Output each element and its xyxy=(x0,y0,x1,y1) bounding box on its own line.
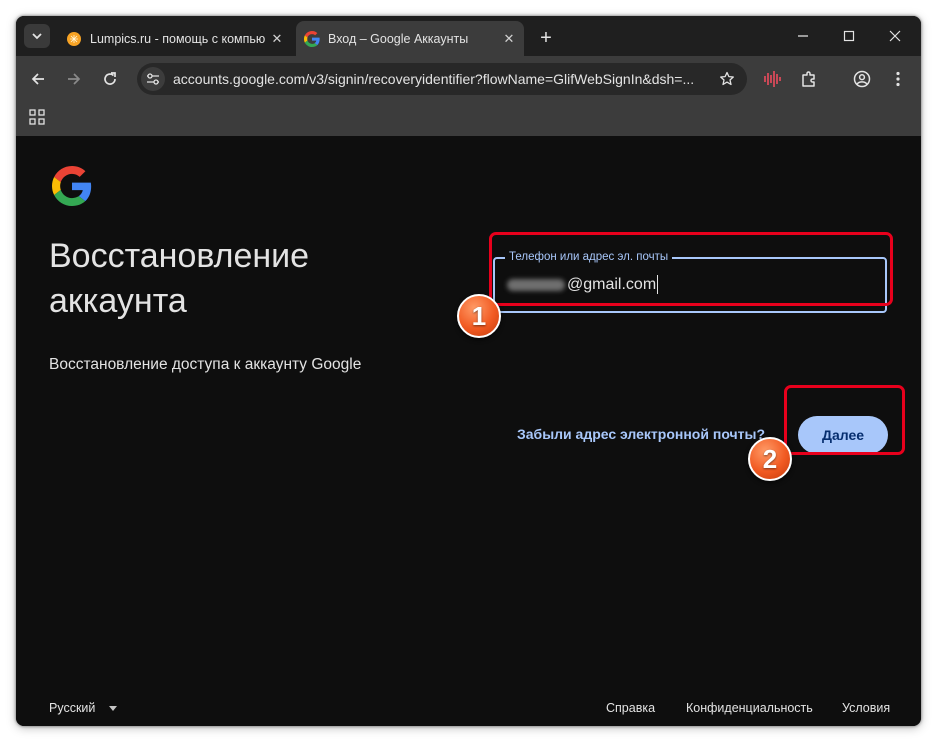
step-badge-2: 2 xyxy=(748,437,792,481)
minimize-icon xyxy=(798,35,808,37)
account-circle-icon xyxy=(853,70,871,88)
audio-extension-button[interactable] xyxy=(760,66,786,92)
arrow-left-icon xyxy=(31,73,44,85)
minimize-button[interactable] xyxy=(780,24,826,48)
bookmark-star-button[interactable] xyxy=(717,69,737,89)
language-label: Русский xyxy=(49,701,96,715)
arrow-right-icon xyxy=(68,73,81,85)
google-g-icon xyxy=(304,30,320,47)
close-icon[interactable]: ✕ xyxy=(266,28,288,50)
reload-icon xyxy=(104,72,116,85)
tab-google-accounts[interactable]: Вход – Google Аккаунты ✕ xyxy=(296,21,524,56)
step-badge-1: 1 xyxy=(457,294,501,338)
star-icon xyxy=(720,71,734,86)
bookmarks-bar xyxy=(16,101,921,136)
reload-button[interactable] xyxy=(97,66,123,92)
more-vert-icon xyxy=(896,71,900,87)
page-subtitle: Восстановление доступа к аккаунту Google xyxy=(49,356,362,373)
maximize-icon xyxy=(843,30,855,42)
terms-link[interactable]: Условия xyxy=(842,701,890,715)
highlight-email-field xyxy=(489,232,893,306)
close-icon[interactable]: ✕ xyxy=(498,28,520,50)
dropdown-arrow-icon xyxy=(109,705,118,711)
tab-search-button[interactable] xyxy=(24,24,50,48)
url-text[interactable]: accounts.google.com/v3/signin/recoveryid… xyxy=(173,71,703,87)
chevron-down-icon xyxy=(32,33,42,40)
forward-button[interactable] xyxy=(61,66,87,92)
highlight-next-button xyxy=(784,385,905,455)
site-info-button[interactable] xyxy=(141,67,165,91)
close-icon xyxy=(889,30,901,42)
back-button[interactable] xyxy=(25,66,51,92)
plus-icon: + xyxy=(540,26,552,49)
tab-bar: Lumpics.ru - помощь с компью ✕ Вход – Go… xyxy=(16,16,921,56)
tune-icon xyxy=(147,73,159,85)
profile-button[interactable] xyxy=(849,66,875,92)
tab-title: Вход – Google Аккаунты xyxy=(328,31,469,46)
puzzle-icon xyxy=(802,71,815,87)
privacy-link[interactable]: Конфиденциальность xyxy=(686,701,813,715)
close-window-button[interactable] xyxy=(872,24,918,48)
orange-circle-icon xyxy=(67,31,81,46)
audio-waveform-icon xyxy=(764,71,781,87)
language-selector[interactable]: Русский xyxy=(49,701,118,715)
tab-title: Lumpics.ru - помощь с компью xyxy=(90,31,266,46)
new-tab-button[interactable]: + xyxy=(534,26,558,50)
help-link[interactable]: Справка xyxy=(606,701,655,715)
google-logo-icon xyxy=(52,166,92,206)
maximize-button[interactable] xyxy=(826,24,872,48)
apps-grid-icon[interactable] xyxy=(29,109,45,125)
page-title: Восстановление аккаунта xyxy=(49,237,310,320)
browser-toolbar: accounts.google.com/v3/signin/recoveryid… xyxy=(16,56,921,101)
tab-lumpics[interactable]: Lumpics.ru - помощь с компью ✕ xyxy=(56,21,292,56)
forgot-email-link[interactable]: Забыли адрес электронной почты? xyxy=(517,426,765,442)
extensions-button[interactable] xyxy=(796,66,822,92)
menu-button[interactable] xyxy=(885,66,911,92)
browser-window: Lumpics.ru - помощь с компью ✕ Вход – Go… xyxy=(16,16,921,726)
address-bar[interactable]: accounts.google.com/v3/signin/recoveryid… xyxy=(137,63,747,95)
